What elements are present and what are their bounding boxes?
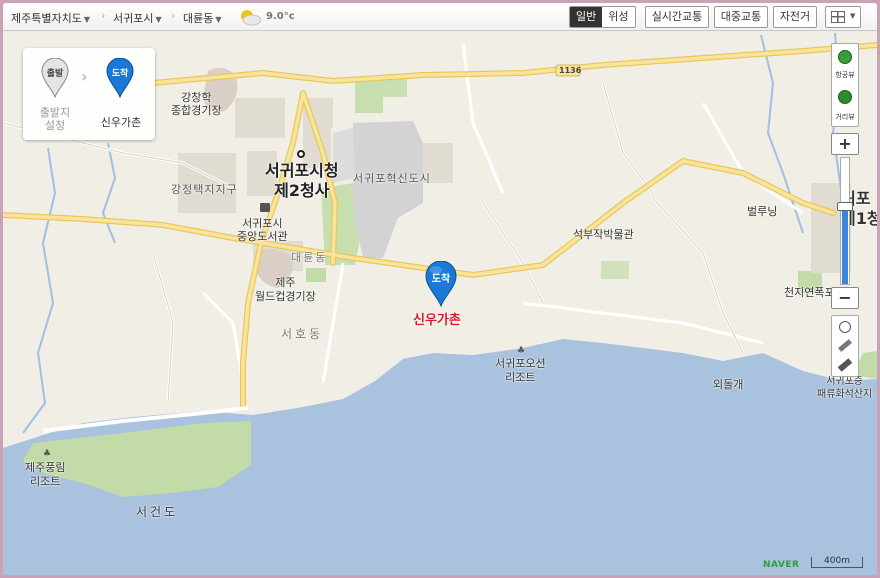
resort-icon: ♣ — [517, 346, 526, 356]
label-pungnim-resort-line1: 제주풍림 — [25, 461, 66, 474]
label-fossil-site: 서귀포층 패류화석산지 — [817, 375, 872, 401]
label-destination-name[interactable]: 신우가촌 — [413, 309, 461, 328]
magnifier-icon[interactable] — [839, 321, 851, 333]
zoom-slider-handle[interactable] — [837, 202, 853, 211]
start-label: 출발지 설정 — [31, 106, 79, 132]
end-badge: 도착 — [111, 69, 129, 79]
chevron-down-icon: ▼ — [850, 12, 856, 20]
aerial-view-button[interactable]: 항공뷰 — [832, 46, 858, 86]
label-worldcup: 제주 월드컵경기장 — [255, 276, 316, 304]
label-library: 서귀포시 중앙도서관 — [237, 217, 288, 243]
ruler-icon[interactable] — [838, 339, 852, 352]
label-innovation-city: 서귀포혁신도시 — [353, 172, 431, 185]
label-stadium-line2: 종합경기장 — [171, 104, 222, 117]
end-label: 신우가촌 — [100, 116, 142, 129]
street-view-icon — [838, 90, 852, 104]
mode-satellite-button[interactable]: 위성 — [602, 7, 635, 27]
label-stadium: 강창학 종합경기장 — [171, 91, 222, 117]
breadcrumb-city-label: 서귀포시 — [113, 12, 154, 25]
aerial-view-icon — [838, 50, 852, 64]
map-mode-toggle: 일반 위성 — [569, 6, 636, 28]
start-label-line2: 설정 — [44, 119, 66, 132]
mode-normal-button[interactable]: 일반 — [570, 7, 603, 27]
city-hall-marker-icon — [297, 150, 305, 158]
top-toolbar: 제주특별자치도 ▼ › 서귀포시 ▼ › 대륜동 ▼ 9.0°c 일반 위성 실시간교… — [3, 3, 877, 31]
start-badge: 출발 — [46, 69, 64, 79]
label-worldcup-line1: 제주 — [275, 276, 296, 289]
pungnim-resort-icon: ♣ — [43, 449, 52, 459]
partly-cloudy-icon — [237, 7, 263, 31]
tool-box — [831, 315, 859, 377]
breadcrumb-province-label: 제주특별자치도 — [11, 12, 82, 25]
chevron-down-icon: ▼ — [215, 15, 222, 24]
label-seokbuljak: 석부작박물관 — [573, 228, 634, 241]
route-panel: 출발 출발지 설정 › 도착 신우가촌 — [23, 48, 155, 140]
zoom-track-fill — [842, 206, 848, 284]
street-view-button[interactable]: 거리뷰 — [832, 86, 858, 126]
chevron-down-icon: ▼ — [155, 15, 162, 24]
public-transit-button[interactable]: 대중교통 — [714, 6, 768, 28]
temperature: 9.0°c — [266, 11, 295, 22]
breadcrumb-district[interactable]: 대륜동 ▼ — [183, 10, 222, 26]
chevron-down-icon: ▼ — [83, 15, 90, 24]
breadcrumb-district-label: 대륜동 — [183, 12, 214, 25]
end-point-button[interactable]: 도착 신우가촌 — [99, 58, 143, 134]
label-ocean-resort: 서귀포오션 리조트 — [495, 357, 546, 385]
map-frame: 1136 강창학 종합경기장 서귀포시청 제2청사 서귀포혁신도시 강정택지지구… — [0, 0, 880, 578]
label-city-hall-line2: 제2청사 — [274, 181, 330, 200]
library-icon — [260, 203, 270, 212]
label-gangjeong: 강정택지지구 — [171, 183, 238, 196]
realtime-traffic-button[interactable]: 실시간교통 — [645, 6, 709, 28]
naver-logo[interactable]: NAVER — [763, 560, 799, 570]
route-arrow-icon: › — [81, 67, 88, 86]
destination-marker-badge: 도착 — [431, 274, 451, 285]
aerial-view-label: 항공뷰 — [835, 71, 855, 79]
destination-marker[interactable]: 도착 — [424, 260, 458, 308]
layer-menu-button[interactable]: ▼ — [825, 6, 861, 28]
label-fossil-site-line1: 서귀포층 — [826, 376, 863, 387]
label-daeryun: 대륜동 — [291, 251, 328, 264]
label-library-line2: 중앙도서관 — [237, 230, 288, 243]
zoom-out-button[interactable]: − — [831, 287, 859, 309]
scale-bar: 400m — [811, 557, 863, 568]
label-seoho: 서호동 — [281, 327, 324, 341]
eraser-icon[interactable] — [837, 358, 853, 372]
bicycle-button[interactable]: 자전거 — [773, 6, 817, 28]
label-city-hall-line1: 서귀포시청 — [265, 161, 339, 180]
label-library-line1: 서귀포시 — [242, 217, 283, 230]
street-view-label: 거리뷰 — [835, 113, 855, 121]
label-pungnim-resort-line2: 리조트 — [30, 475, 61, 488]
label-pungnim-resort: 제주풍림 리조트 — [25, 461, 65, 489]
label-seogeondo: 서건도 — [136, 505, 179, 519]
start-label-line1: 출발지 — [39, 106, 71, 119]
label-cheonjiyeon: 천지연폭포 — [784, 286, 835, 299]
label-oedolgae: 외돌개 — [713, 378, 744, 391]
breadcrumb-province[interactable]: 제주특별자치도 ▼ — [11, 10, 90, 26]
label-stadium-line1: 강창학 — [181, 91, 212, 104]
label-ocean-resort-line2: 리조트 — [505, 371, 536, 384]
start-point-button[interactable]: 출발 출발지 설정 — [37, 58, 73, 134]
label-beolluning: 벌루닝 — [747, 205, 778, 218]
label-city-hall[interactable]: 서귀포시청 제2청사 — [265, 161, 339, 201]
road-number-label: 1136 — [559, 66, 582, 75]
grid-icon — [831, 11, 845, 23]
view-toggle-box: 항공뷰 거리뷰 — [831, 43, 859, 127]
breadcrumb-city[interactable]: 서귀포시 ▼ — [113, 10, 162, 26]
breadcrumb-separator-icon: › — [101, 9, 106, 22]
breadcrumb-separator-icon: › — [171, 9, 176, 22]
label-fossil-site-line2: 패류화석산지 — [817, 389, 873, 400]
label-worldcup-line2: 월드컵경기장 — [255, 290, 316, 303]
zoom-in-button[interactable]: + — [831, 133, 859, 155]
label-ocean-resort-line1: 서귀포오션 — [495, 357, 546, 370]
zoom-slider[interactable] — [837, 157, 853, 285]
